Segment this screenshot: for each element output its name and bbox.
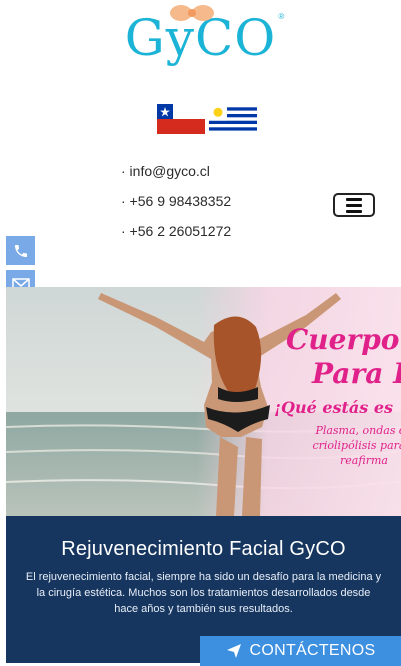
send-icon — [226, 644, 241, 658]
uruguay-flag-icon — [209, 104, 257, 134]
contact-us-label: CONTÁCTENOS — [249, 642, 376, 659]
contact-mobile[interactable]: · +56 9 98438352 — [121, 190, 231, 220]
promo-subtitle: ¡Qué estás es — [274, 398, 394, 417]
promo-body-line: criolipólisis para a — [312, 439, 401, 452]
chile-flag-icon — [157, 104, 205, 134]
promo-title-line2: Para D — [312, 357, 401, 390]
bow-icon — [169, 5, 214, 21]
hamburger-icon-bar — [346, 197, 362, 201]
contact-us-button[interactable]: CONTÁCTENOS — [200, 636, 401, 666]
promo-body-line: Plasma, ondas de — [315, 424, 401, 437]
hamburger-icon-bar — [346, 203, 362, 207]
promo-title-line1: Cuerpo J — [286, 323, 401, 356]
registered-mark: ® — [278, 12, 285, 21]
phone-icon — [14, 244, 27, 257]
promo-body-line: reafirma — [340, 454, 388, 467]
panel-title: Rejuvenecimiento Facial GyCO — [61, 538, 346, 560]
uruguay-flag-link[interactable] — [209, 104, 257, 134]
promo-body: Plasma, ondas de criolipólisis para a re… — [304, 423, 401, 468]
panel-description: El rejuvenecimiento facial, siempre ha s… — [25, 571, 382, 615]
menu-button[interactable] — [333, 193, 375, 217]
contact-phone[interactable]: · +56 2 26051272 — [121, 220, 231, 250]
site-logo[interactable]: GyCO ® — [0, 5, 401, 70]
hero-banner[interactable]: Cuerpo J Para D ¡Qué estás es Plasma, on… — [6, 287, 401, 516]
chile-flag-link[interactable] — [157, 104, 205, 134]
hamburger-icon-bar — [346, 209, 362, 213]
contact-email[interactable]: · info@gyco.cl — [121, 160, 231, 190]
info-panel: Rejuvenecimiento Facial GyCO El rejuvene… — [6, 516, 401, 666]
call-tab[interactable] — [6, 236, 35, 265]
contact-list: · info@gyco.cl · +56 9 98438352 · +56 2 … — [121, 160, 231, 250]
